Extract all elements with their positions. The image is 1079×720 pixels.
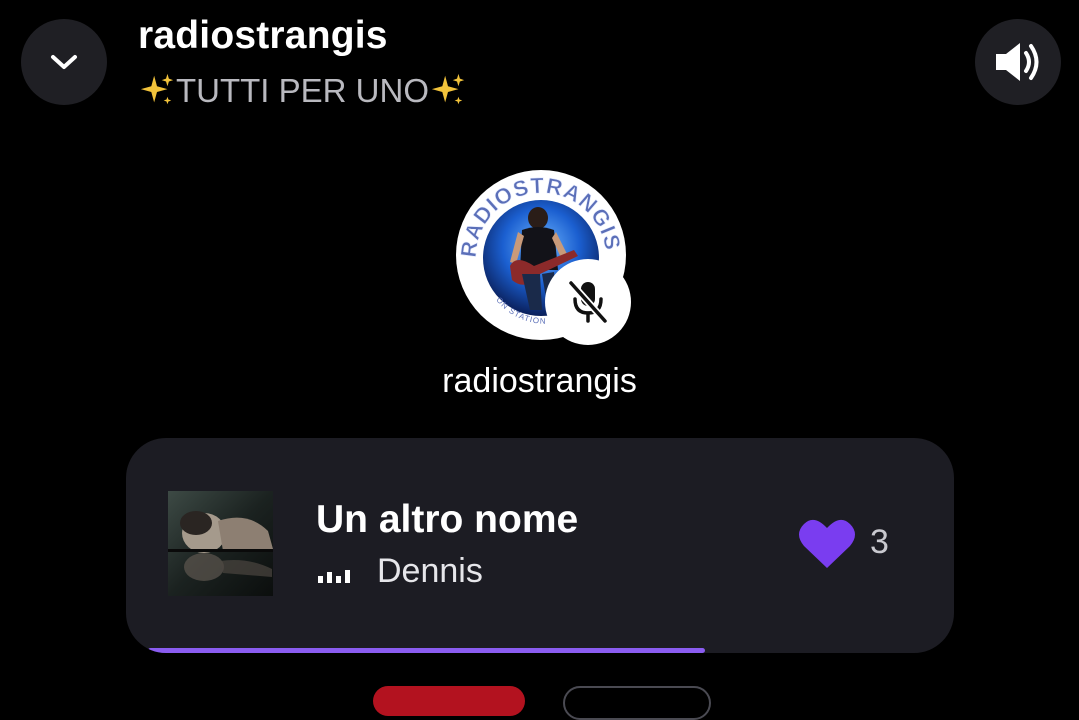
room-title: radiostrangis: [138, 14, 388, 57]
track-progress-bar: [148, 648, 932, 653]
microphone-muted-icon: [567, 279, 609, 325]
room-subtitle-text: TUTTI PER UNO: [176, 72, 429, 109]
track-title: Un altro nome: [316, 498, 579, 541]
chevron-down-icon: [51, 55, 77, 69]
track-artist: Dennis: [377, 552, 483, 590]
track-artist-row: Dennis: [318, 552, 483, 591]
speaker-volume-icon: [996, 43, 1039, 81]
host-name: radiostrangis: [442, 362, 637, 400]
room-subtitle: TUTTI PER UNO: [138, 72, 467, 110]
collapse-button[interactable]: [21, 19, 107, 105]
sparkles-icon: [431, 73, 465, 105]
like-count: 3: [870, 523, 889, 561]
bottom-action-button-secondary[interactable]: [563, 686, 711, 720]
heart-icon[interactable]: [798, 516, 856, 570]
mic-muted-badge: [545, 259, 631, 345]
volume-button[interactable]: [975, 19, 1061, 105]
album-cover: [168, 491, 273, 596]
sparkles-icon: [140, 73, 174, 105]
now-playing-card[interactable]: Un altro nome Dennis 3: [126, 438, 954, 653]
equalizer-bars-icon: [318, 569, 350, 583]
host-speaker[interactable]: RADIOSTRANGIS ON STATION: [456, 170, 631, 345]
track-progress-fill: [148, 648, 705, 653]
bottom-action-button-primary[interactable]: [373, 686, 525, 716]
